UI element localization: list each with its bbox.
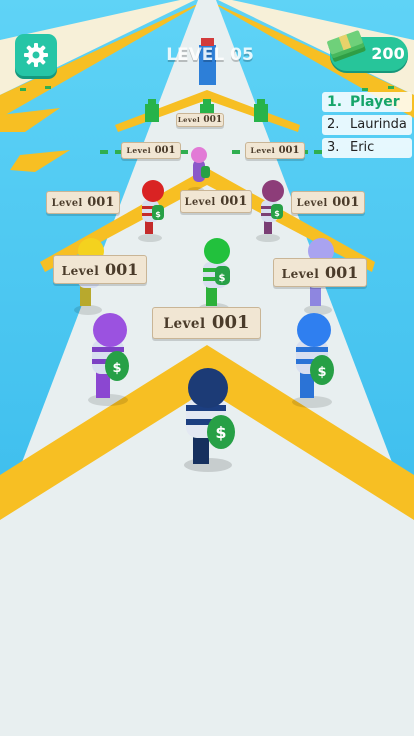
level-sign-word: Level <box>177 116 201 124</box>
leaderboard-name: Player <box>350 94 400 110</box>
level-sign: Level 001 <box>180 190 252 213</box>
leaderboard-row: 1. Player <box>322 92 412 112</box>
level-sign: Level 001 <box>53 255 147 284</box>
settings-button[interactable] <box>15 34 57 76</box>
level-sign: Level 001 <box>152 307 261 339</box>
money-counter: 200 <box>327 30 408 71</box>
svg-text:$: $ <box>317 365 326 380</box>
level-sign-number: 001 <box>324 263 359 282</box>
leaderboard-row: 3. Eric <box>322 138 412 158</box>
level-sign-word: Level <box>281 267 320 281</box>
svg-text:$: $ <box>112 361 121 376</box>
game-scene: $ $ $ $ $ $ Level 001 Level 001 Level 00… <box>0 0 414 736</box>
level-sign: Level 001 <box>245 142 305 159</box>
level-sign-word: Level <box>184 197 216 208</box>
level-sign-number: 001 <box>87 195 115 210</box>
level-sign-number: 001 <box>211 312 250 333</box>
cash-stack-icon <box>327 30 366 62</box>
leaderboard-name: Eric <box>350 140 375 155</box>
svg-text:$: $ <box>155 210 161 219</box>
level-sign-number: 001 <box>332 195 360 210</box>
leaderboard-name: Laurinda <box>350 117 407 132</box>
level-sign: Level 001 <box>46 191 120 214</box>
level-sign: Level 001 <box>176 113 224 127</box>
leaderboard-rank: 3. <box>327 140 340 155</box>
money-amount: 200 <box>371 44 405 63</box>
level-sign-word: Level <box>126 146 152 155</box>
level-sign-number: 001 <box>278 145 300 156</box>
level-sign-number: 001 <box>154 145 176 156</box>
level-sign: Level 001 <box>273 258 367 287</box>
leaderboard-rank: 1. <box>327 94 343 110</box>
level-sign: Level 001 <box>291 191 365 214</box>
svg-text:$: $ <box>274 209 280 218</box>
level-sign-word: Level <box>296 198 328 209</box>
level-title: LEVEL 05 <box>166 45 254 65</box>
leaderboard: 1. Player 2. Laurinda 3. Eric <box>322 92 412 161</box>
leaderboard-row: 2. Laurinda <box>322 115 412 135</box>
level-sign: Level 001 <box>121 142 181 159</box>
level-sign-number: 001 <box>220 194 248 209</box>
level-sign-word: Level <box>61 264 100 278</box>
svg-text:$: $ <box>215 423 226 442</box>
gear-icon <box>24 43 48 67</box>
level-sign-word: Level <box>163 316 206 332</box>
level-sign-word: Level <box>250 146 276 155</box>
leaderboard-rank: 2. <box>327 117 340 132</box>
level-sign-number: 001 <box>104 260 139 279</box>
level-sign-word: Level <box>51 198 83 209</box>
level-sign-number: 001 <box>203 115 223 125</box>
svg-text:$: $ <box>219 273 226 284</box>
